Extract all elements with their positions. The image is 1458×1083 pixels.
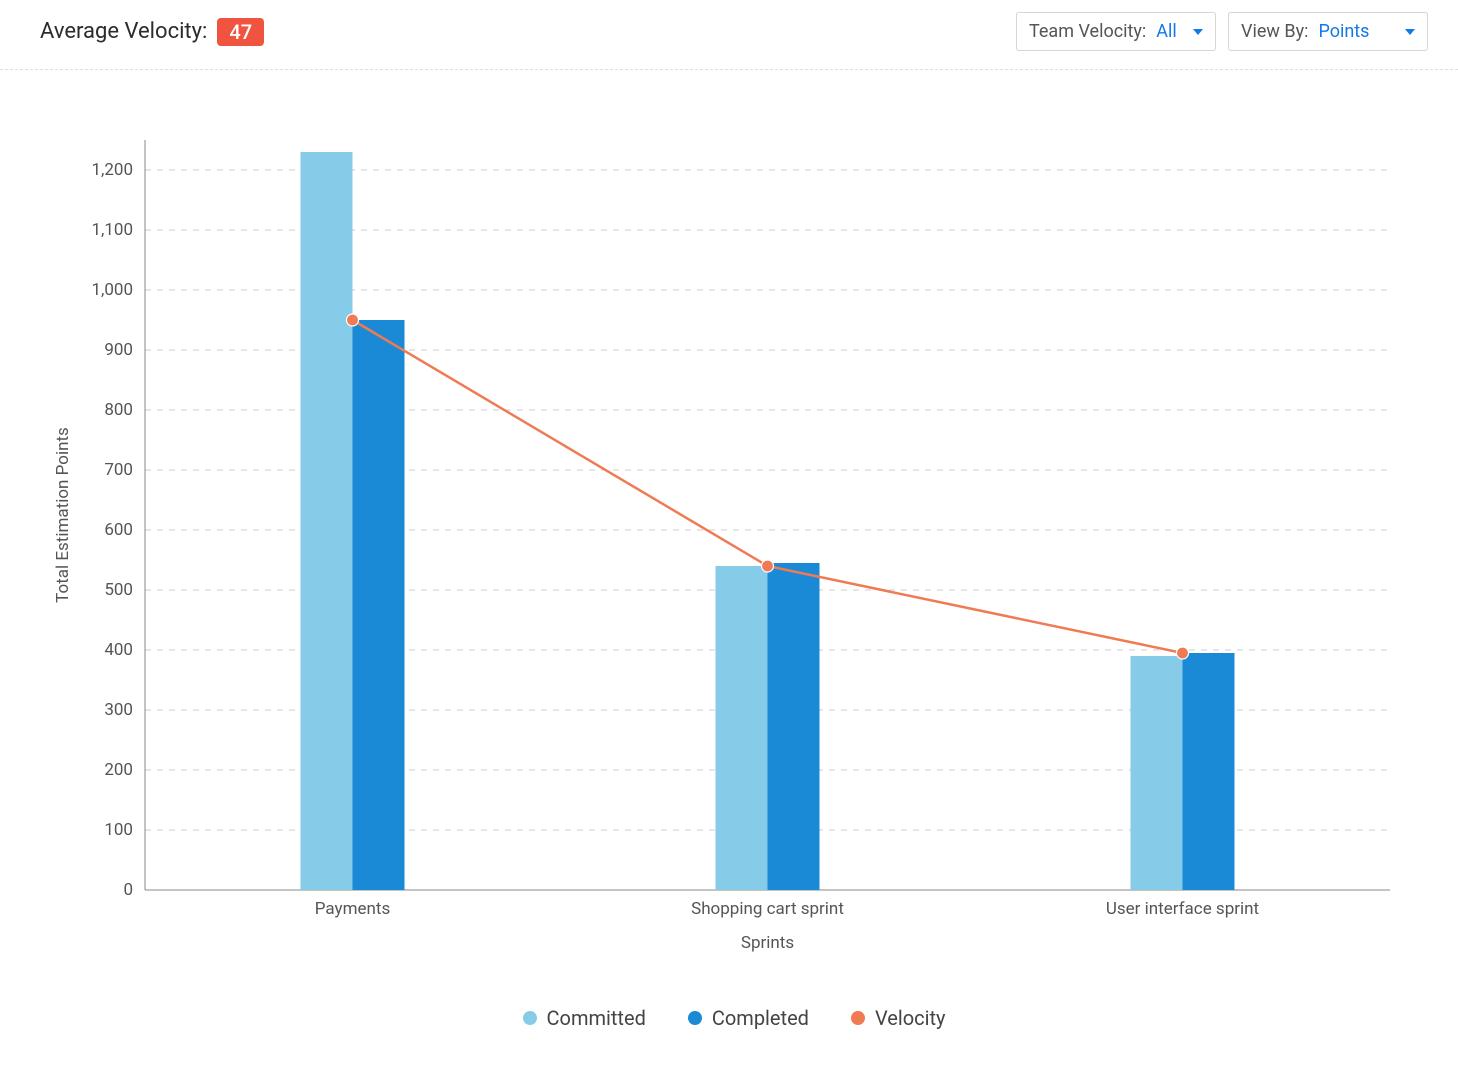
y-tick-label: 1,200 xyxy=(91,160,133,180)
legend-swatch-committed xyxy=(523,1011,537,1025)
x-tick-label: Payments xyxy=(315,899,390,919)
bar-completed[interactable] xyxy=(1183,653,1235,890)
y-tick-label: 600 xyxy=(104,520,133,540)
y-tick-label: 200 xyxy=(104,760,133,780)
legend-item-committed: Committed xyxy=(523,1006,646,1030)
chart-legend: Committed Completed Velocity xyxy=(40,980,1428,1052)
legend-label-completed: Completed xyxy=(712,1006,809,1030)
team-velocity-dd-label: Team Velocity: xyxy=(1029,21,1146,42)
y-tick-label: 1,000 xyxy=(91,280,133,300)
chart-header: Average Velocity: 47 Team Velocity: All … xyxy=(0,0,1458,70)
average-velocity-label: Average Velocity: xyxy=(40,19,207,44)
chart-controls: Team Velocity: All View By: Points xyxy=(1016,12,1428,51)
velocity-chart: 0 100 200 300 400 500 600 700 800 900 1,000 1,100 1,… xyxy=(40,110,1420,980)
legend-item-completed: Completed xyxy=(688,1006,809,1030)
velocity-point[interactable] xyxy=(762,560,774,572)
view-by-dd-label: View By: xyxy=(1241,21,1308,42)
y-tick-label: 1,100 xyxy=(91,220,133,240)
y-tick-label: 100 xyxy=(104,820,133,840)
bar-completed[interactable] xyxy=(353,320,405,890)
y-tick-label: 400 xyxy=(104,640,133,660)
y-tick-label: 700 xyxy=(104,460,133,480)
average-velocity-badge: 47 xyxy=(217,18,264,46)
view-by-dropdown[interactable]: View By: Points xyxy=(1228,12,1428,51)
y-tick-label: 300 xyxy=(104,700,133,720)
y-tick-label: 800 xyxy=(104,400,133,420)
x-tick-label: User interface sprint xyxy=(1106,899,1259,919)
bar-committed[interactable] xyxy=(301,152,353,890)
y-tick-label: 900 xyxy=(104,340,133,360)
chevron-down-icon xyxy=(1405,29,1415,35)
team-velocity-dropdown[interactable]: Team Velocity: All xyxy=(1016,12,1216,51)
velocity-point[interactable] xyxy=(1177,647,1189,659)
view-by-dd-value: Points xyxy=(1318,21,1369,42)
y-tick-label: 500 xyxy=(104,580,133,600)
y-axis-title: Total Estimation Points xyxy=(53,427,73,603)
legend-label-velocity: Velocity xyxy=(875,1006,946,1030)
legend-item-velocity: Velocity xyxy=(851,1006,946,1030)
bar-committed[interactable] xyxy=(1131,656,1183,890)
legend-swatch-completed xyxy=(688,1011,702,1025)
chevron-down-icon xyxy=(1193,29,1203,35)
y-tick-label: 0 xyxy=(123,880,133,900)
velocity-chart-wrap: 0 100 200 300 400 500 600 700 800 900 1,000 1,100 1,… xyxy=(0,70,1458,1052)
x-axis-title: Sprints xyxy=(741,933,794,953)
average-velocity: Average Velocity: 47 xyxy=(40,18,264,46)
bar-completed[interactable] xyxy=(768,563,820,890)
legend-swatch-velocity xyxy=(851,1011,865,1025)
x-tick-label: Shopping cart sprint xyxy=(691,899,844,919)
team-velocity-dd-value: All xyxy=(1156,21,1177,42)
legend-label-committed: Committed xyxy=(547,1006,646,1030)
bar-committed[interactable] xyxy=(716,566,768,890)
velocity-point[interactable] xyxy=(347,314,359,326)
